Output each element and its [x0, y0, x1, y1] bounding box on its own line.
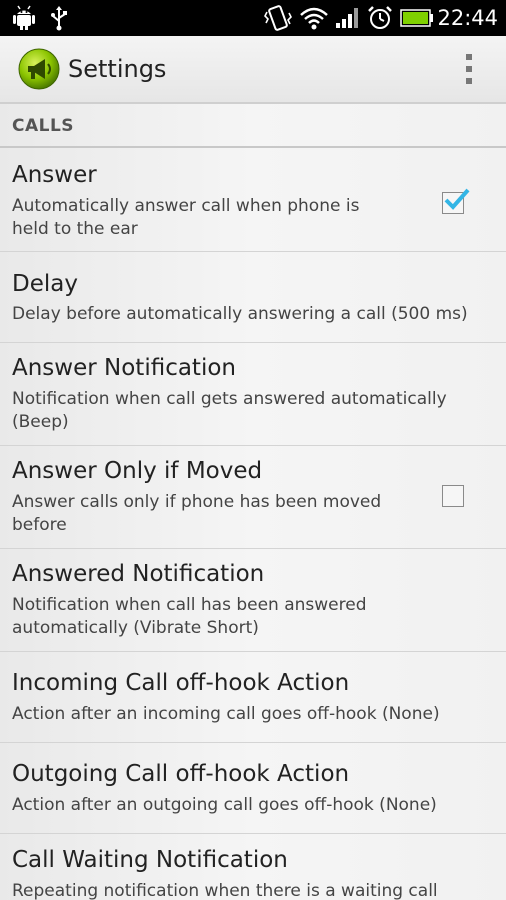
pref-title: Answer Only if Moved: [12, 458, 263, 484]
pref-summary: Automatically answer call when phone is …: [12, 196, 360, 239]
category-label: CALLS: [12, 116, 75, 136]
pref-summary: Notification when call gets answered aut…: [12, 389, 447, 432]
pref-delay[interactable]: Delay Delay before automatically answeri…: [0, 251, 506, 343]
vibrate-icon: [262, 0, 294, 36]
pref-title: Answer Notification: [12, 355, 236, 381]
answer-only-if-moved-checkbox[interactable]: [442, 485, 464, 507]
pref-outgoing-offhook-action[interactable]: Outgoing Call off-hook Action Action aft…: [0, 742, 506, 834]
pref-title: Call Waiting Notification: [12, 847, 288, 873]
android-debug-icon: [10, 0, 38, 36]
megaphone-icon[interactable]: [18, 48, 60, 90]
usb-icon: [46, 0, 72, 36]
clock-time: 22:44: [437, 6, 498, 30]
pref-title: Outgoing Call off-hook Action: [12, 761, 350, 787]
wifi-icon: [298, 0, 330, 36]
pref-summary: Answer calls only if phone has been move…: [12, 492, 382, 535]
status-bar: 22:44: [0, 0, 506, 36]
pref-title: Incoming Call off-hook Action: [12, 670, 350, 696]
page-title: Settings: [68, 55, 167, 83]
preference-list: CALLS Answer Automatically answer call w…: [0, 104, 506, 900]
overflow-menu-icon[interactable]: [462, 54, 476, 84]
pref-answered-notification[interactable]: Answered Notification Notification when …: [0, 548, 506, 652]
pref-summary: Action after an outgoing call goes off-h…: [12, 795, 437, 815]
alarm-icon: [366, 0, 394, 36]
action-bar: Settings: [0, 36, 506, 104]
battery-icon: [400, 0, 434, 36]
pref-summary: Notification when call has been answered…: [12, 595, 367, 638]
pref-summary: Repeating notification when there is a w…: [12, 881, 438, 900]
pref-title: Answer: [12, 162, 97, 188]
pref-incoming-offhook-action[interactable]: Incoming Call off-hook Action Action aft…: [0, 651, 506, 743]
pref-summary: Action after an incoming call goes off-h…: [12, 704, 440, 724]
pref-call-waiting-notification[interactable]: Call Waiting Notification Repeating noti…: [0, 833, 506, 900]
pref-answer-only-if-moved[interactable]: Answer Only if Moved Answer calls only i…: [0, 445, 506, 549]
category-header: CALLS: [0, 104, 506, 148]
check-icon: [444, 188, 470, 210]
signal-icon: [334, 0, 360, 36]
pref-answer-notification[interactable]: Answer Notification Notification when ca…: [0, 342, 506, 446]
pref-summary: Delay before automatically answering a c…: [12, 304, 468, 324]
pref-answer[interactable]: Answer Automatically answer call when ph…: [0, 148, 506, 252]
answer-checkbox[interactable]: [442, 188, 470, 214]
pref-title: Answered Notification: [12, 561, 265, 587]
pref-title: Delay: [12, 271, 78, 297]
